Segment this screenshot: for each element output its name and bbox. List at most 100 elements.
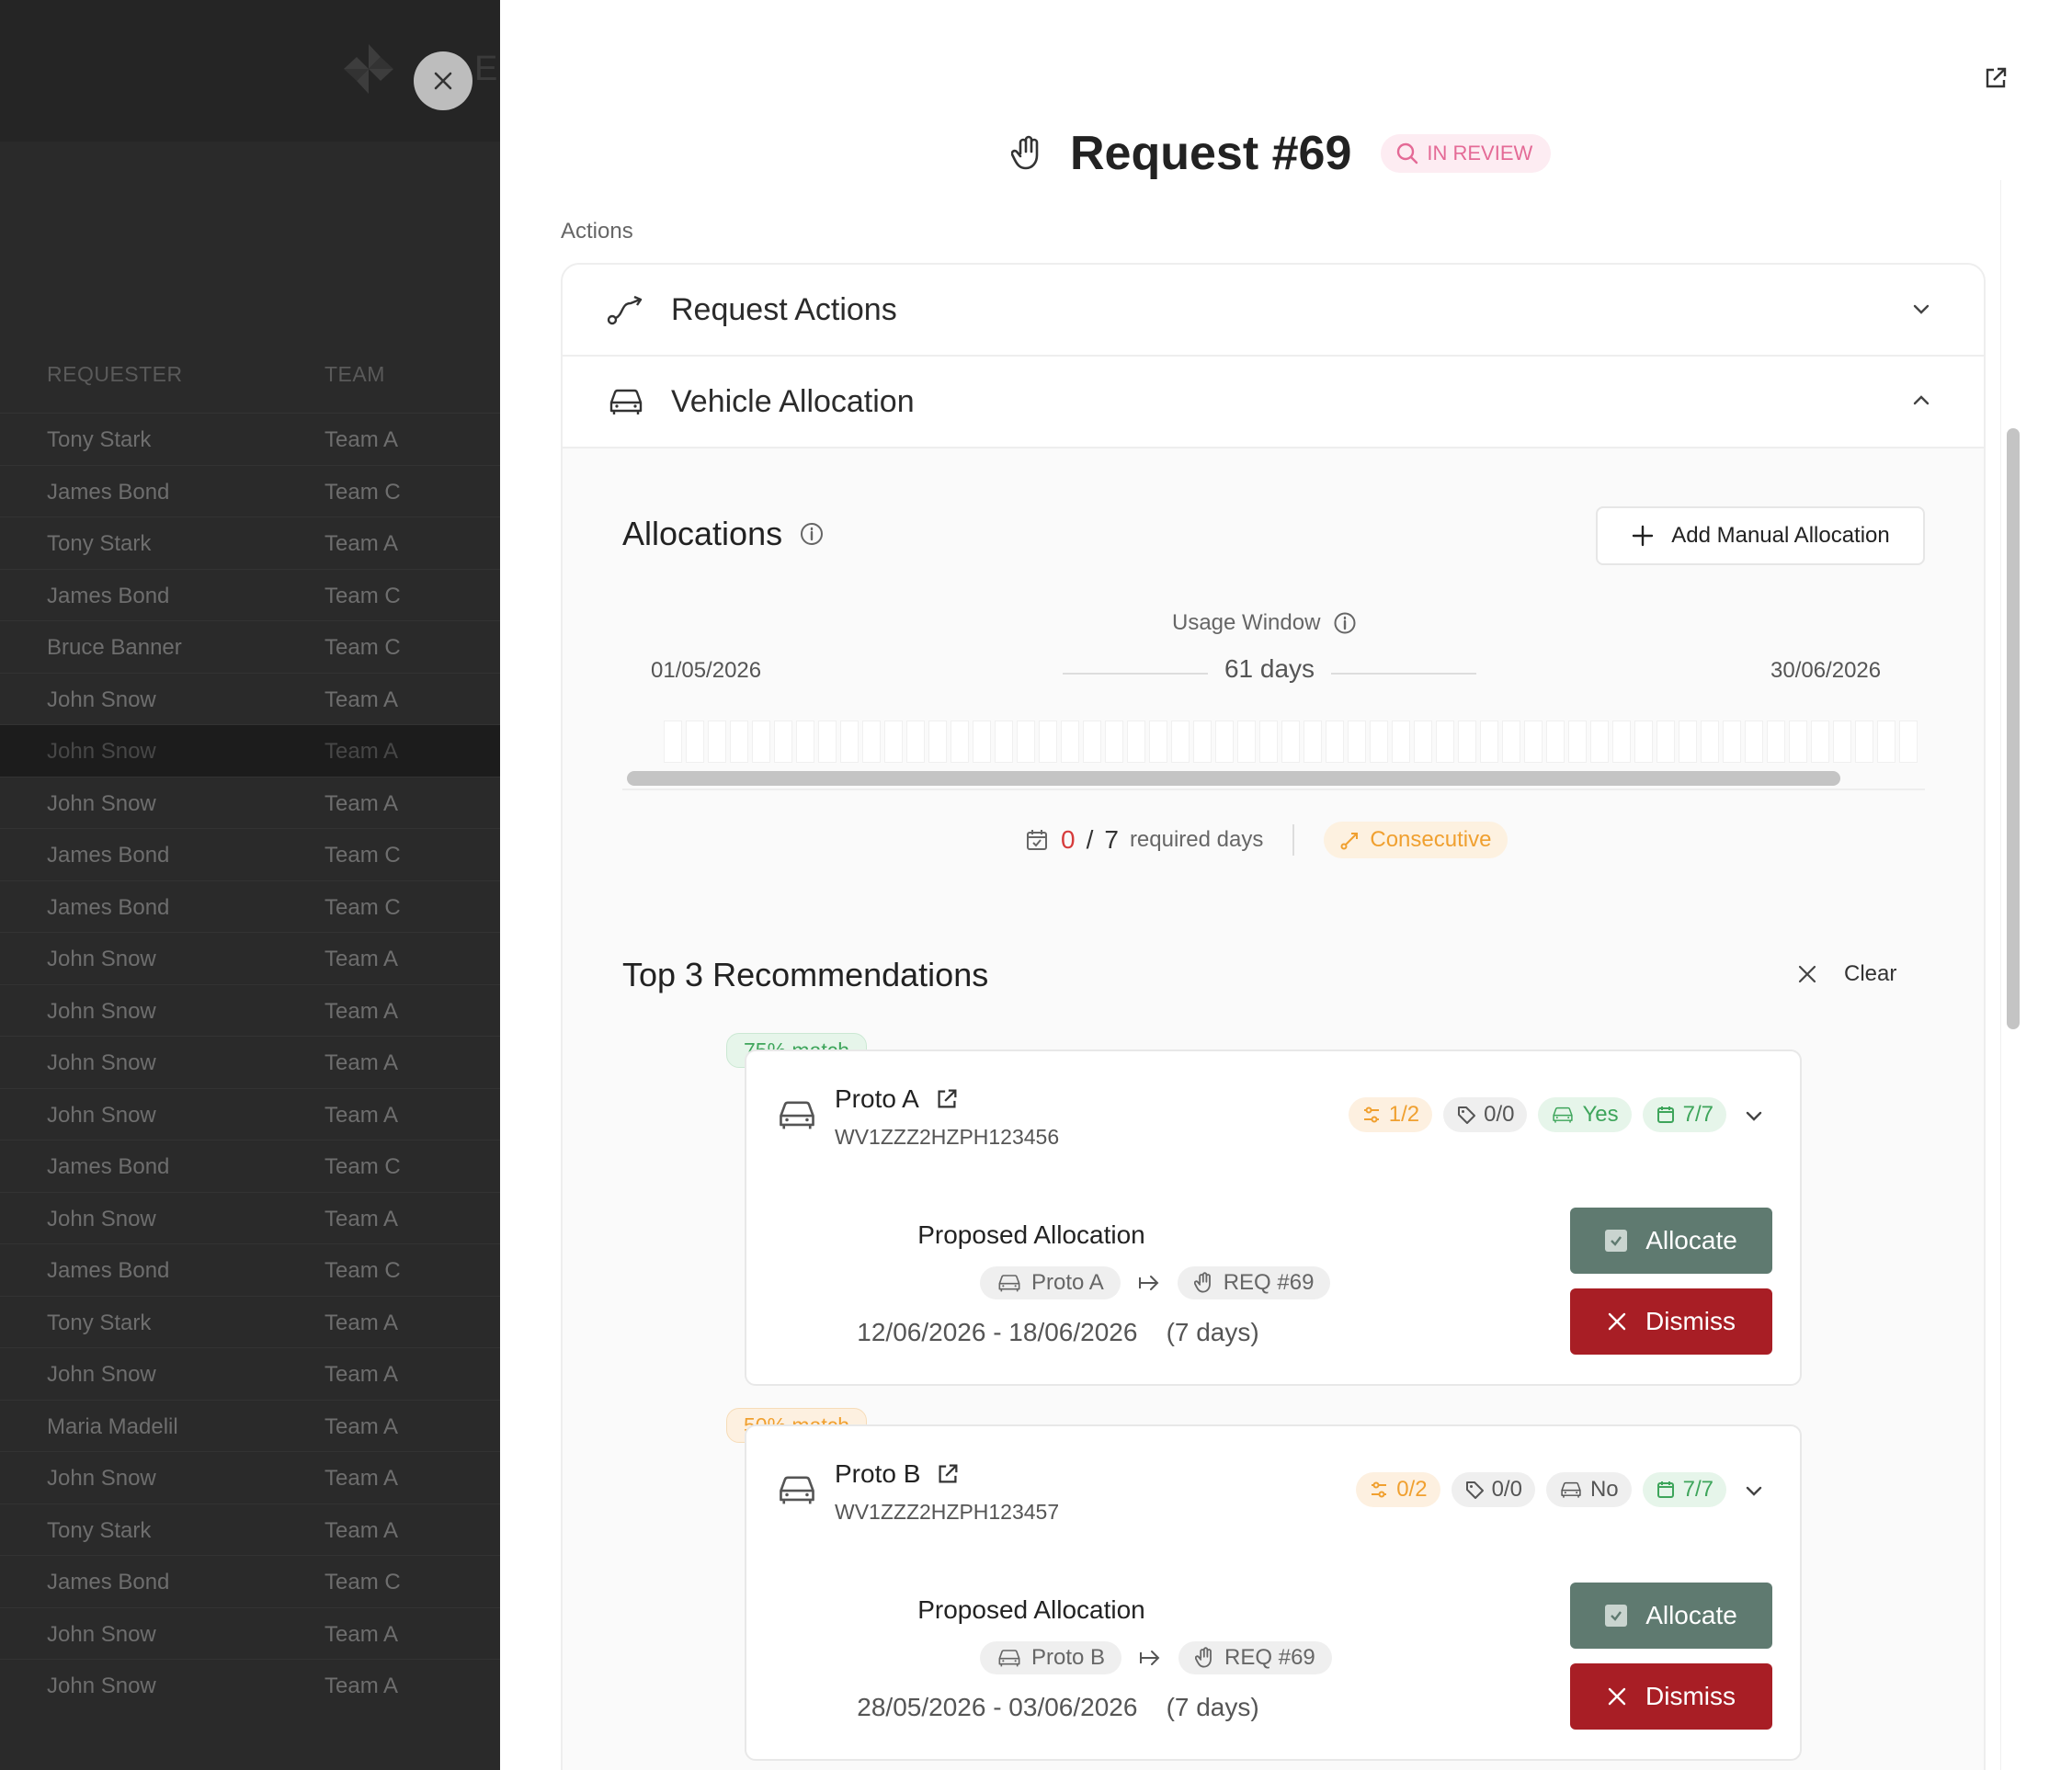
timeline-day-cell[interactable] [1855, 720, 1873, 763]
info-icon[interactable] [799, 521, 825, 547]
chevron-down-icon[interactable] [1743, 1480, 1765, 1502]
external-link-icon[interactable] [934, 1086, 960, 1112]
timeline-day-cell[interactable] [1701, 720, 1719, 763]
timeline-day-cell[interactable] [884, 720, 903, 763]
table-row[interactable]: John Snow Team A [0, 983, 500, 1037]
timeline-day-cell[interactable] [840, 720, 859, 763]
table-row[interactable]: James Bond Team C [0, 1555, 500, 1607]
timeline-day-cell[interactable] [1039, 720, 1057, 763]
timeline-day-cell[interactable] [796, 720, 814, 763]
timeline-day-cell[interactable] [1899, 720, 1918, 763]
table-row[interactable]: Tony Stark Team A [0, 516, 500, 569]
table-row[interactable]: John Snow Team A [0, 1606, 500, 1660]
timeline-day-cell[interactable] [1061, 720, 1079, 763]
timeline-day-cell[interactable] [1436, 720, 1454, 763]
table-row[interactable]: James Bond Team C [0, 828, 500, 880]
table-row[interactable]: James Bond Team C [0, 1243, 500, 1296]
timeline-cells[interactable] [664, 720, 1918, 763]
timeline-day-cell[interactable] [664, 720, 682, 763]
table-row[interactable]: John Snow Team A [0, 724, 500, 777]
timeline-day-cell[interactable] [1304, 720, 1322, 763]
clear-recommendations-button[interactable]: Clear [1796, 961, 1896, 987]
timeline-day-cell[interactable] [1612, 720, 1631, 763]
table-row[interactable]: Bruce Banner Team C [0, 620, 500, 673]
timeline-day-cell[interactable] [818, 720, 837, 763]
timeline-day-cell[interactable] [1149, 720, 1167, 763]
timeline-day-cell[interactable] [1414, 720, 1432, 763]
panel-scrollbar[interactable] [2007, 428, 2020, 1029]
table-row[interactable]: James Bond Team C [0, 568, 500, 621]
timeline-day-cell[interactable] [708, 720, 726, 763]
timeline-day-cell[interactable] [1171, 720, 1190, 763]
timeline-day-cell[interactable] [928, 720, 947, 763]
timeline-day-cell[interactable] [973, 720, 991, 763]
timeline-day-cell[interactable] [752, 720, 770, 763]
timeline-day-cell[interactable] [995, 720, 1013, 763]
table-row[interactable]: Tony Stark Team A [0, 1295, 500, 1348]
external-link-icon[interactable] [935, 1461, 961, 1487]
timeline-day-cell[interactable] [1259, 720, 1278, 763]
timeline-day-cell[interactable] [1590, 720, 1609, 763]
timeline-day-cell[interactable] [1546, 720, 1565, 763]
dismiss-button[interactable]: Dismiss [1570, 1288, 1772, 1355]
timeline-day-cell[interactable] [1480, 720, 1498, 763]
external-link-icon[interactable] [1982, 64, 2009, 92]
add-manual-allocation-button[interactable]: Add Manual Allocation [1596, 506, 1925, 565]
timeline-day-cell[interactable] [1370, 720, 1388, 763]
timeline-day-cell[interactable] [1723, 720, 1741, 763]
timeline-day-cell[interactable] [1524, 720, 1543, 763]
timeline-day-cell[interactable] [1811, 720, 1829, 763]
close-panel-button[interactable] [414, 51, 472, 110]
timeline-day-cell[interactable] [1568, 720, 1587, 763]
timeline-day-cell[interactable] [774, 720, 792, 763]
table-row[interactable]: John Snow Team A [0, 1036, 500, 1088]
timeline-day-cell[interactable] [1767, 720, 1785, 763]
timeline-day-cell[interactable] [1193, 720, 1212, 763]
timeline-day-cell[interactable] [951, 720, 969, 763]
table-row[interactable]: John Snow Team A [0, 776, 500, 829]
table-row[interactable]: Tony Stark Team A [0, 413, 500, 465]
table-row[interactable]: John Snow Team A [0, 1451, 500, 1503]
timeline-day-cell[interactable] [1679, 720, 1697, 763]
timeline-day-cell[interactable] [1745, 720, 1763, 763]
timeline-day-cell[interactable] [906, 720, 925, 763]
table-row[interactable]: John Snow Team A [0, 1659, 500, 1711]
allocate-button[interactable]: Allocate [1570, 1208, 1772, 1274]
timeline-day-cell[interactable] [1083, 720, 1101, 763]
timeline-day-cell[interactable] [1105, 720, 1123, 763]
timeline-day-cell[interactable] [862, 720, 881, 763]
timeline-day-cell[interactable] [1634, 720, 1653, 763]
timeline-day-cell[interactable] [1502, 720, 1520, 763]
table-row[interactable]: John Snow Team A [0, 1191, 500, 1244]
timeline-day-cell[interactable] [1458, 720, 1476, 763]
table-row[interactable]: James Bond Team C [0, 464, 500, 517]
table-row[interactable]: John Snow Team A [0, 1087, 500, 1140]
timeline-day-cell[interactable] [1017, 720, 1035, 763]
timeline-day-cell[interactable] [1326, 720, 1344, 763]
timeline-day-cell[interactable] [1215, 720, 1234, 763]
accordion-request-actions[interactable]: Request Actions [563, 265, 1984, 357]
timeline-day-cell[interactable] [1348, 720, 1366, 763]
table-row[interactable]: John Snow Team A [0, 672, 500, 725]
timeline-day-cell[interactable] [1237, 720, 1256, 763]
timeline-scrollbar[interactable] [627, 771, 1840, 786]
dismiss-button[interactable]: Dismiss [1570, 1663, 1772, 1730]
timeline-day-cell[interactable] [1392, 720, 1410, 763]
table-row[interactable]: Tony Stark Team A [0, 1503, 500, 1556]
allocate-button[interactable]: Allocate [1570, 1583, 1772, 1649]
timeline-day-cell[interactable] [1656, 720, 1675, 763]
timeline-day-cell[interactable] [1789, 720, 1807, 763]
chevron-down-icon[interactable] [1743, 1105, 1765, 1127]
timeline-day-cell[interactable] [1127, 720, 1145, 763]
timeline-day-cell[interactable] [1281, 720, 1300, 763]
table-row[interactable]: John Snow Team A [0, 932, 500, 984]
table-row[interactable]: James Bond Team C [0, 1140, 500, 1192]
timeline-day-cell[interactable] [1833, 720, 1851, 763]
timeline-day-cell[interactable] [730, 720, 748, 763]
table-row[interactable]: John Snow Team A [0, 1347, 500, 1400]
timeline-day-cell[interactable] [1877, 720, 1896, 763]
timeline-day-cell[interactable] [686, 720, 704, 763]
info-icon[interactable] [1333, 611, 1357, 635]
table-row[interactable]: Maria Madelil Team A [0, 1399, 500, 1452]
table-row[interactable]: James Bond Team C [0, 879, 500, 933]
